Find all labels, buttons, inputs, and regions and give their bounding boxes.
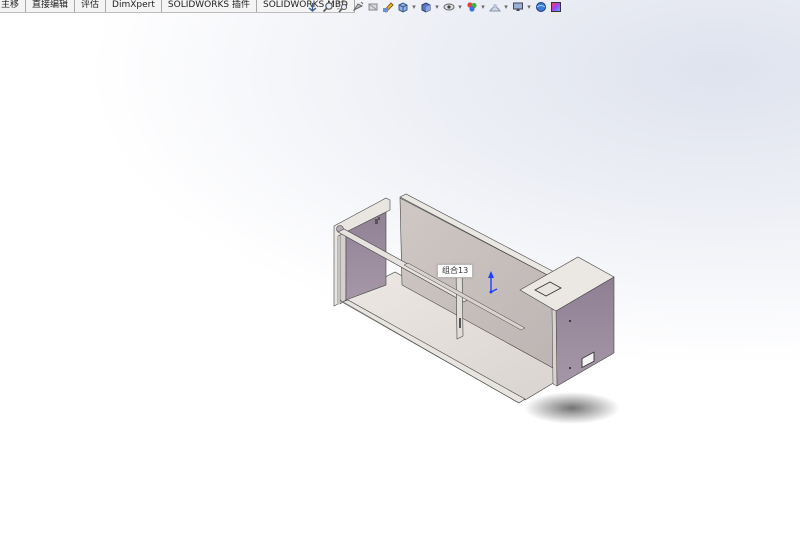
box-screw-1 (569, 320, 571, 322)
component-tooltip: 组合13 (437, 264, 474, 278)
box-screw-2 (569, 367, 571, 369)
assembly-model[interactable] (0, 0, 800, 539)
box-front-edge (551, 308, 558, 387)
left-end-slot (375, 219, 378, 224)
ground-shadow (524, 392, 620, 424)
center-post-slot (459, 318, 461, 328)
left-end-panel (339, 225, 347, 305)
left-end-slot-2 (378, 217, 380, 220)
